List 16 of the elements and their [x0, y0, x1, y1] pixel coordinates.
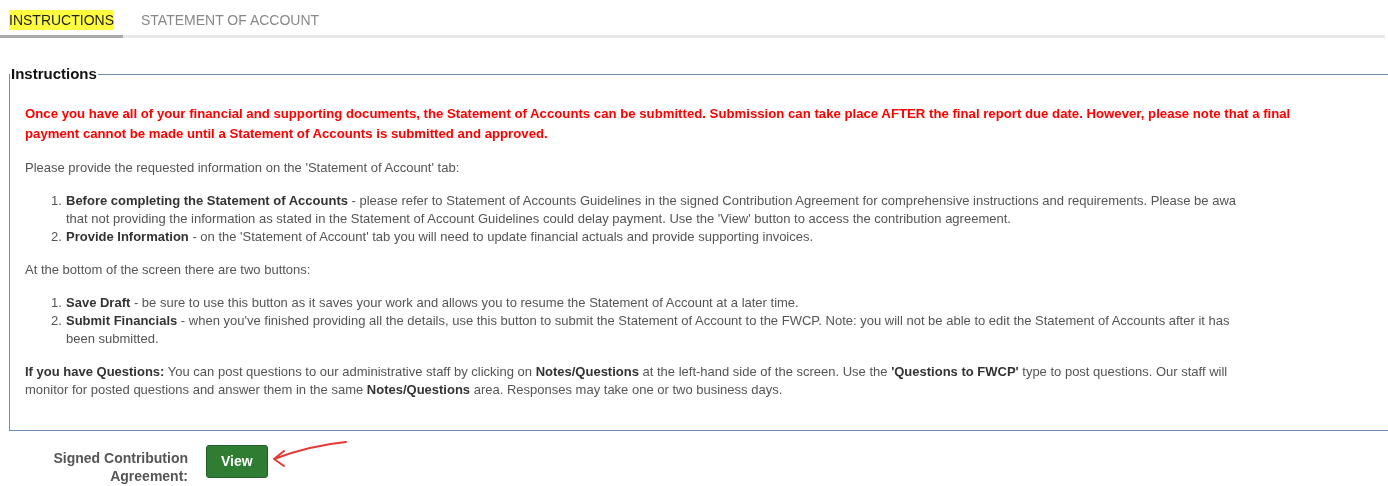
- intro-text: At the bottom of the screen there are two buttons:: [25, 260, 312, 279]
- tab[interactable]: STATEMENT OF ACCOUNT: [123, 0, 329, 38]
- field-label: Signed Contribution Agreement:: [52, 449, 188, 485]
- list-item-text: Submit Financials - when you've finished providing all the details, use this button to submit the Statement of Account to the FWCP. Note: you will not be able to edit the Statement of Accounts after it has been submitted.: [66, 311, 1230, 348]
- list-number: 1.: [51, 191, 63, 210]
- list-item-text: Provide Information - on the 'Statement of Account' tab you will need to update financial actuals and provide supporting invoices.: [66, 227, 814, 246]
- list-item-text: Before completing the Statement of Accounts - please refer to Statement of Accounts Guidelines in the signed Contribution Agreement for comprehensive instructions and requirements. Please be awa that not providing the information as stated in the Statement of Account Guidelines could delay payment. Use the 'View' button to access the contribution agreement.: [66, 191, 1237, 228]
- list-item-text: Save Draft - be sure to use this button as it saves your work and allows you to resume the Statement of Account at a later time.: [66, 293, 799, 312]
- list-number: 2.: [51, 311, 63, 330]
- warning-text: Once you have all of your financial and supporting documents, the Statement of Accounts can be submitted. Submission can take place AFTER the final report due date. However, please note that a final payment cannot be made until a Statement of Accounts is submitted and approved.: [25, 105, 1292, 143]
- questions-text: If you have Questions: You can post questions to our administrative staff by clicking on Notes/Questions at the left-hand side of the screen. Use the 'Questions to FWCP' type to post questions. Our staff will monitor for posted questions and answer them in the same Notes/Questions area. Responses may take one or two business days.: [25, 362, 1229, 399]
- intro-text: Please provide the requested information on the 'Statement of Account' tab:: [25, 158, 461, 177]
- list-number: 1.: [51, 293, 63, 312]
- list-number: 2.: [51, 227, 63, 246]
- tab[interactable]: INSTRUCTIONS: [0, 0, 123, 38]
- view-button[interactable]: View: [206, 445, 268, 478]
